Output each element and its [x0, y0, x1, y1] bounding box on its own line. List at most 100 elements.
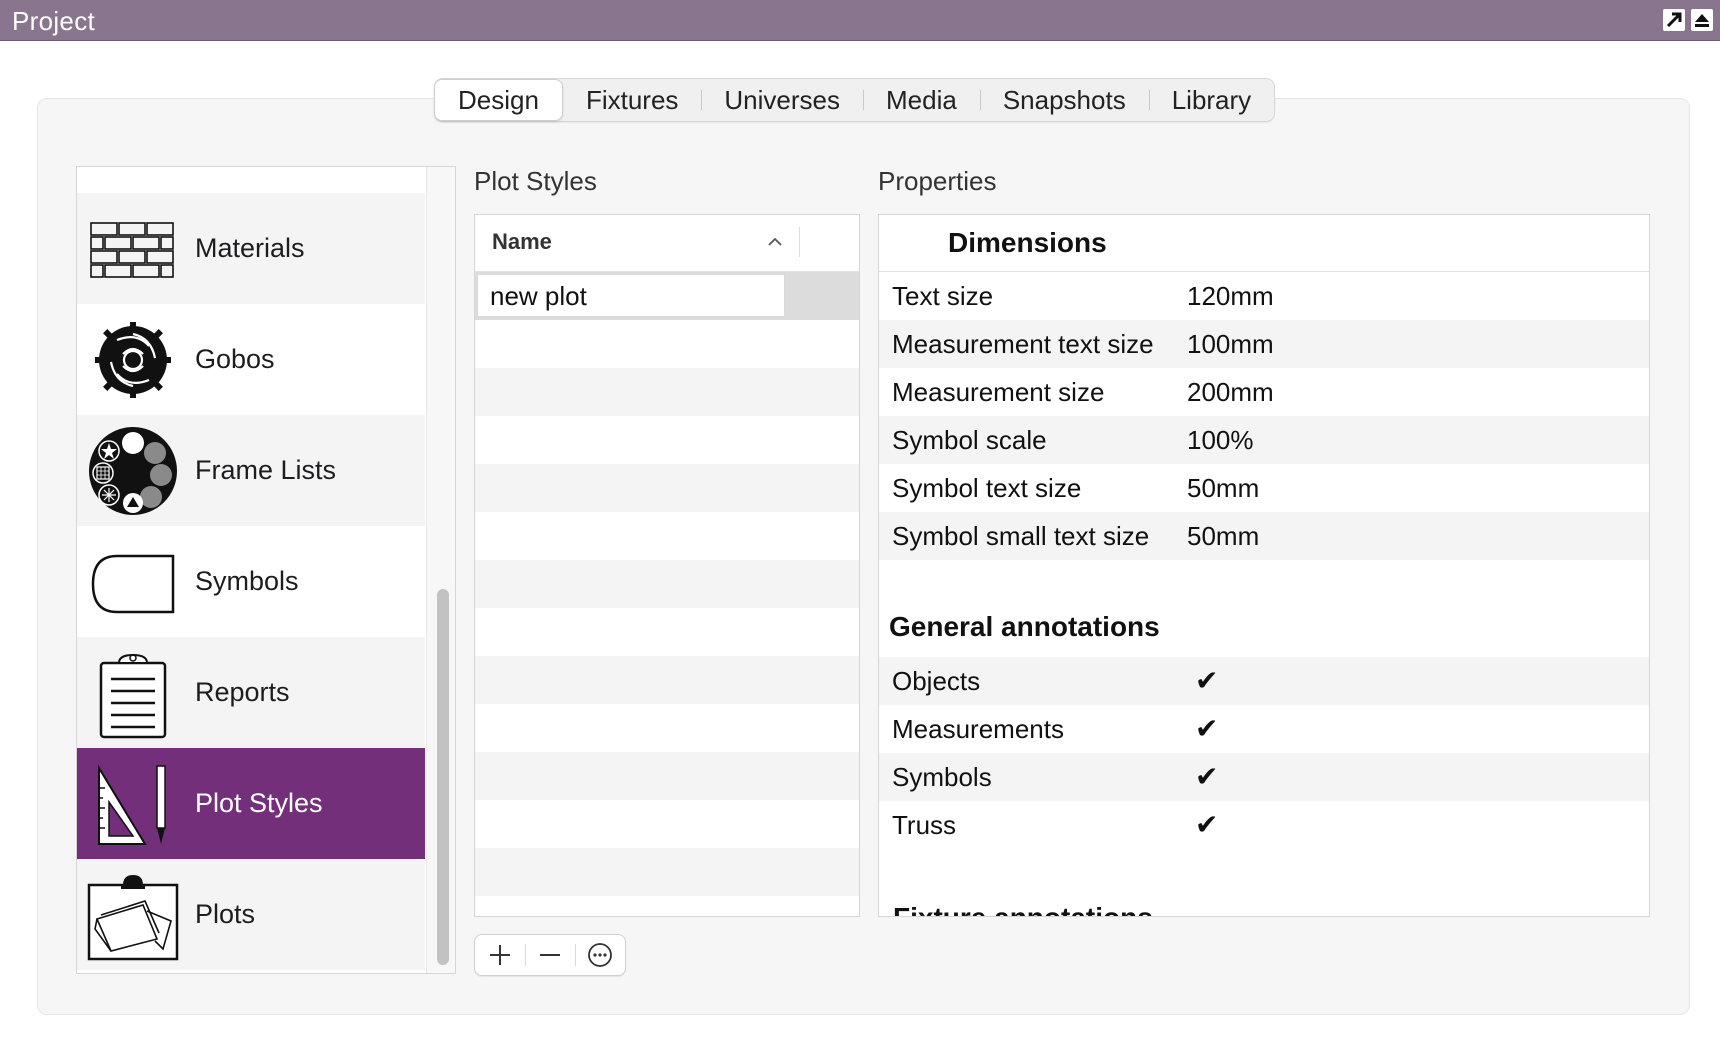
table-row — [475, 656, 859, 704]
checkmark-icon[interactable]: ✔ — [1195, 801, 1218, 849]
scrollbar-thumb[interactable] — [437, 589, 449, 965]
more-options-button[interactable] — [575, 935, 625, 975]
property-value[interactable]: 120mm — [1187, 272, 1274, 320]
checkmark-icon[interactable]: ✔ — [1195, 705, 1218, 753]
table-row — [475, 752, 859, 800]
property-label: Symbol small text size — [892, 521, 1150, 551]
sidebar-item-label: Plot Styles — [195, 788, 323, 818]
sidebar-scrollbar[interactable] — [426, 167, 455, 973]
checkmark-icon[interactable]: ✔ — [1195, 657, 1218, 705]
sidebar-item-plot-styles[interactable]: Plot Styles — [77, 748, 425, 859]
list-button-group — [474, 934, 626, 976]
sidebar-item-frame-lists[interactable]: Frame Lists — [77, 415, 425, 526]
property-value[interactable]: 200mm — [1187, 368, 1274, 416]
sidebar-item-gobos[interactable]: Gobos — [77, 304, 425, 415]
property-label: Symbol scale — [892, 425, 1047, 455]
table-row — [475, 560, 859, 608]
plot-styles-header: Plot Styles — [474, 166, 597, 196]
sidebar-item-label: Materials — [195, 233, 305, 263]
property-label: Measurement text size — [892, 329, 1154, 359]
sidebar-item-label: Frame Lists — [195, 455, 337, 485]
sidebar-item-symbols[interactable]: Symbols — [77, 526, 425, 637]
gobo-icon — [95, 322, 171, 398]
table-row — [475, 800, 859, 848]
plot-styles-table: Name new plot — [474, 214, 860, 917]
tab-snapshots[interactable]: Snapshots — [979, 79, 1149, 121]
table-row — [475, 464, 859, 512]
properties-panel: Dimensions Text size 120mm Measurement t… — [878, 214, 1650, 917]
property-row[interactable]: Symbol text size 50mm — [879, 464, 1649, 512]
table-row — [475, 848, 859, 896]
remove-button[interactable] — [525, 935, 575, 975]
table-row — [475, 416, 859, 464]
general-annotations-title: General annotations — [889, 611, 1160, 642]
section-title: Dimensions — [948, 227, 1107, 258]
property-row[interactable]: Measurement size 200mm — [879, 368, 1649, 416]
tab-media[interactable]: Media — [863, 79, 980, 121]
clipboard-icon — [99, 653, 167, 739]
property-value[interactable]: 50mm — [1187, 512, 1259, 560]
plot-icon — [87, 875, 179, 961]
table-row — [475, 608, 859, 656]
annotation-row[interactable]: Symbols ✔ — [879, 753, 1649, 801]
tab-library[interactable]: Library — [1148, 79, 1274, 121]
sidebar-item-label: Symbols — [195, 566, 299, 596]
sidebar-item-label: Gobos — [195, 344, 275, 374]
table-row — [475, 368, 859, 416]
ellipsis-circle-icon — [588, 943, 612, 967]
property-label: Symbol text size — [892, 473, 1082, 503]
name-column-header[interactable]: Name — [475, 215, 859, 272]
sidebar-item-label: Reports — [195, 677, 290, 707]
undock-icon[interactable] — [1663, 9, 1685, 31]
property-value[interactable]: 50mm — [1187, 464, 1259, 512]
table-row — [475, 320, 859, 368]
fixture-annotations-title: Fixture annotations — [893, 902, 1153, 916]
table-row — [475, 704, 859, 752]
table-row[interactable]: new plot — [475, 272, 859, 320]
table-row — [475, 512, 859, 560]
plot-style-name-field[interactable]: new plot — [477, 274, 785, 317]
annotation-row[interactable]: Objects ✔ — [879, 657, 1649, 705]
add-button[interactable] — [475, 935, 525, 975]
frame-list-icon — [89, 427, 177, 515]
annotation-row[interactable]: Truss ✔ — [879, 801, 1649, 849]
chevron-up-icon — [768, 237, 782, 246]
property-label: Symbols — [892, 762, 992, 792]
window-title: Project — [12, 6, 96, 36]
property-value[interactable]: 100mm — [1187, 320, 1274, 368]
design-sidebar: Materials Gobos Frame Lists Symbols Repo… — [76, 166, 456, 974]
properties-header: Properties — [878, 166, 997, 196]
column-label: Name — [492, 229, 552, 254]
table-row — [475, 896, 859, 916]
property-label: Text size — [892, 281, 994, 311]
property-row[interactable]: Symbol small text size 50mm — [879, 512, 1649, 560]
checkmark-icon[interactable]: ✔ — [1195, 753, 1218, 801]
sidebar-item-reports[interactable]: Reports — [77, 637, 425, 748]
dimensions-section-header: Dimensions — [879, 215, 1649, 272]
property-value[interactable]: 100% — [1187, 416, 1254, 464]
plus-icon — [490, 945, 510, 965]
property-row[interactable]: Text size 120mm — [879, 272, 1649, 320]
tab-design[interactable]: Design — [434, 79, 563, 121]
sidebar-list: Materials Gobos Frame Lists Symbols Repo… — [77, 167, 425, 973]
property-label: Objects — [892, 666, 981, 696]
symbol-icon — [91, 554, 175, 614]
sidebar-item-plots[interactable]: Plots — [77, 859, 425, 970]
eject-icon[interactable] — [1691, 9, 1713, 31]
tab-fixtures[interactable]: Fixtures — [563, 79, 701, 121]
property-row[interactable]: Symbol scale 100% — [879, 416, 1649, 464]
window-titlebar: Project — [0, 0, 1720, 41]
tab-bar: Design Fixtures Universes Media Snapshot… — [434, 78, 1276, 122]
sidebar-item-label: Plots — [195, 899, 256, 929]
property-label: Truss — [892, 810, 957, 840]
property-label: Measurements — [892, 714, 1064, 744]
minus-icon — [540, 954, 560, 956]
annotation-row[interactable]: Measurements ✔ — [879, 705, 1649, 753]
property-label: Measurement size — [892, 377, 1105, 407]
column-divider — [799, 227, 800, 257]
property-row[interactable]: Measurement text size 100mm — [879, 320, 1649, 368]
materials-icon — [90, 222, 174, 278]
tab-universes[interactable]: Universes — [701, 79, 863, 121]
sidebar-item-materials[interactable]: Materials — [77, 193, 425, 304]
set-square-pencil-icon — [98, 764, 166, 845]
